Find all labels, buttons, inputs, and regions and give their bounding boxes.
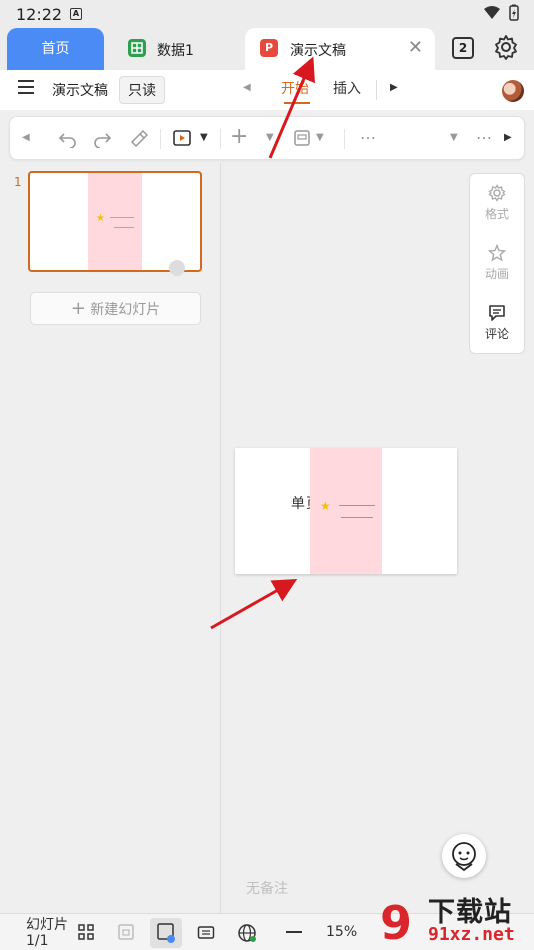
new-slide-button[interactable]: + 新建幻灯片	[30, 292, 201, 325]
comment-label: 评论	[484, 327, 509, 341]
settings-gear-icon[interactable]	[493, 34, 519, 64]
globe-icon[interactable]	[237, 923, 257, 947]
scroll-right-icon[interactable]: ▶	[390, 82, 398, 93]
slide-text-line	[341, 517, 373, 518]
ppt-icon: P	[260, 39, 278, 57]
tab-data1[interactable]: 数据1	[112, 28, 242, 70]
sheet-icon	[128, 39, 146, 57]
side-panel: 格式 动画 评论	[469, 173, 525, 354]
star-icon: ★	[320, 499, 331, 513]
new-slide-label: 新建幻灯片	[90, 302, 161, 318]
reading-view-icon	[157, 923, 175, 943]
redo-icon[interactable]	[92, 128, 112, 152]
format-label: 格式	[484, 207, 509, 221]
layout-icon[interactable]	[292, 128, 312, 152]
close-tab-icon[interactable]: ✕	[408, 37, 423, 58]
divider	[376, 80, 377, 100]
animation-button[interactable]: 动画	[470, 244, 524, 282]
comment-button[interactable]: 评论	[470, 304, 524, 342]
slide-text-line	[339, 505, 375, 506]
zoom-level: 15%	[326, 924, 358, 940]
tab-insert[interactable]: 插入	[333, 78, 361, 98]
more-icon[interactable]: …	[476, 124, 492, 143]
slide-list: 1 ★ + 新建幻灯片	[0, 163, 221, 913]
chevron-down-icon[interactable]: ▼	[200, 132, 208, 143]
reading-view-button[interactable]	[150, 918, 182, 948]
gear-icon	[488, 184, 506, 202]
more-icon[interactable]: …	[360, 124, 376, 143]
active-tab-indicator	[284, 102, 310, 104]
thumbnail-handle[interactable]	[169, 260, 185, 276]
divider	[160, 129, 161, 149]
watermark-url: 91xz.net	[428, 924, 515, 945]
tab-home-label: 首页	[41, 41, 70, 57]
tab-presentation-label: 演示文稿	[290, 43, 346, 59]
avatar[interactable]	[502, 80, 524, 102]
tab-home[interactable]: 首页	[7, 28, 104, 70]
watermark: 9 下载站 91xz.net	[380, 890, 534, 950]
status-time: 12:22	[16, 5, 63, 24]
tab-bar: 首页 数据1 P 演示文稿 ✕ 2	[0, 28, 534, 70]
watermark-logo: 9	[380, 896, 413, 950]
divider	[220, 129, 221, 149]
notes-view-icon[interactable]	[117, 923, 135, 945]
star-icon: ★	[96, 213, 105, 224]
format-painter-icon[interactable]	[128, 128, 149, 152]
slide-counter: 幻灯片 1/1	[26, 917, 68, 949]
scroll-left-icon[interactable]: ◀	[243, 82, 251, 93]
format-button[interactable]: 格式	[470, 184, 524, 222]
plus-icon: +	[70, 298, 86, 319]
tab-start[interactable]: 开始	[281, 78, 309, 98]
star-outline-icon	[488, 244, 506, 262]
main-slide[interactable]: 单页标题 ★	[235, 448, 457, 574]
wifi-battery-icon	[484, 4, 519, 21]
undo-icon[interactable]	[58, 128, 78, 152]
slide-thumbnail[interactable]: ★	[28, 171, 202, 272]
toolbar: ◀ ▼ + ▼ ▼ … ▼ … ▶	[9, 116, 525, 160]
notification-icon: A	[70, 8, 82, 20]
toolbar-scroll-left-icon[interactable]: ◀	[22, 132, 30, 143]
tab-presentation[interactable]: P 演示文稿 ✕	[245, 28, 435, 70]
assistant-fab[interactable]	[442, 834, 486, 878]
tab-data1-label: 数据1	[157, 43, 194, 59]
play-slideshow-icon[interactable]	[172, 128, 192, 152]
status-icons	[482, 4, 522, 26]
thumbnail-text-line	[114, 227, 134, 228]
assistant-mascot-icon	[452, 842, 476, 872]
animation-label: 动画	[484, 267, 509, 281]
keyboard-icon[interactable]	[197, 923, 215, 945]
divider	[344, 129, 345, 149]
thumbnail-text-line	[110, 217, 134, 218]
doc-header: 演示文稿 只读 ◀ 开始 插入 ▶	[0, 70, 534, 110]
menu-icon[interactable]	[18, 80, 34, 94]
add-icon[interactable]: +	[230, 124, 248, 149]
grid-view-icon[interactable]	[77, 923, 95, 945]
status-bar: 12:22 A	[0, 0, 534, 28]
zoom-out-button[interactable]	[286, 931, 302, 933]
notes-placeholder[interactable]: 无备注	[246, 878, 288, 898]
chevron-down-icon[interactable]: ▼	[266, 132, 274, 143]
toolbar-scroll-right-icon[interactable]: ▶	[504, 132, 512, 143]
readonly-badge[interactable]: 只读	[119, 76, 165, 104]
chevron-down-icon[interactable]: ▼	[316, 132, 324, 143]
doc-title: 演示文稿	[52, 83, 108, 99]
chevron-down-icon[interactable]: ▼	[450, 132, 458, 143]
slide-number: 1	[14, 175, 22, 189]
tab-count-button[interactable]: 2	[452, 37, 474, 59]
comment-icon	[489, 305, 505, 321]
